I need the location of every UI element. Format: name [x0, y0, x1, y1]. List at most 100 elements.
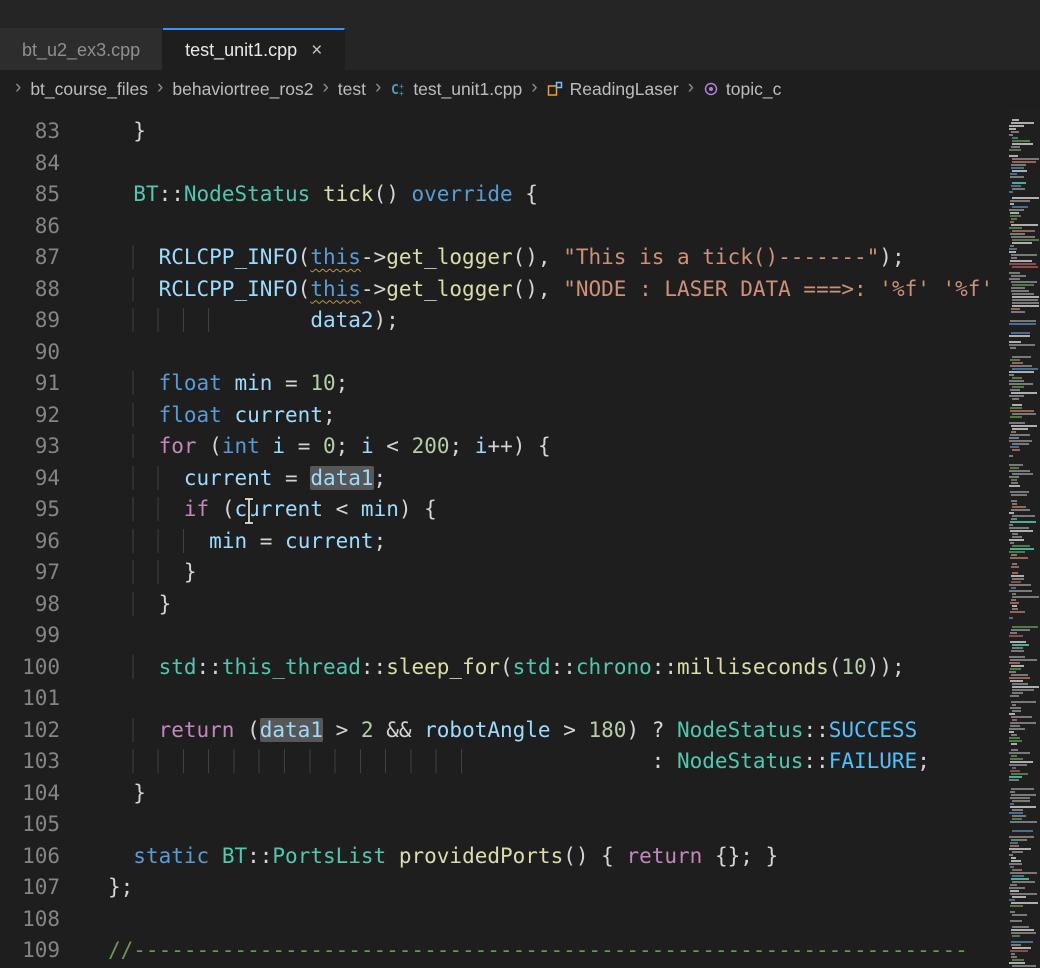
minimap-mark	[1012, 368, 1038, 370]
minimap-mark	[1010, 842, 1018, 844]
code-line[interactable]: 106 static BT::PortsList providedPorts()…	[0, 841, 1008, 873]
code-line[interactable]: 92 float current;	[0, 400, 1008, 432]
code-line[interactable]: 107};	[0, 872, 1008, 904]
code-line[interactable]: 101	[0, 683, 1008, 715]
code-line[interactable]: 89 data2);	[0, 305, 1008, 337]
minimap-mark	[1012, 959, 1024, 961]
code-line[interactable]: 90	[0, 337, 1008, 369]
minimap-mark	[1012, 914, 1027, 916]
minimap-mark	[1011, 308, 1020, 310]
code-line[interactable]: 99	[0, 620, 1008, 652]
minimap-mark	[1009, 278, 1020, 280]
breadcrumb-item[interactable]: C++test_unit1.cpp	[390, 79, 522, 100]
code-line[interactable]: 97 }	[0, 557, 1008, 589]
code-line[interactable]: 91 float min = 10;	[0, 368, 1008, 400]
tab-label: test_unit1.cpp	[185, 40, 297, 61]
code-line[interactable]: 84	[0, 148, 1008, 180]
breadcrumb-label: topic_c	[726, 79, 781, 100]
minimap-mark	[1009, 899, 1015, 901]
code-line[interactable]: 108	[0, 904, 1008, 936]
code-line[interactable]: 104 }	[0, 778, 1008, 810]
minimap[interactable]	[1008, 108, 1040, 968]
minimap-mark	[1009, 551, 1025, 553]
minimap-mark	[1011, 392, 1037, 394]
minimap-mark	[1009, 728, 1025, 730]
minimap-mark	[1011, 878, 1029, 880]
minimap-mark	[1009, 191, 1013, 193]
titlebar	[0, 0, 1040, 28]
minimap-mark	[1009, 476, 1019, 478]
minimap-mark	[1012, 704, 1016, 706]
minimap-mark	[1010, 866, 1014, 868]
code-text: }	[108, 589, 171, 621]
code-line[interactable]: 87 RCLCPP_INFO(this->get_logger(), "This…	[0, 242, 1008, 274]
breadcrumb-item[interactable]: bt_course_files	[30, 79, 148, 100]
code-text: min = current;	[108, 526, 386, 558]
code-line[interactable]: 102 return (data1 > 2 && robotAngle > 18…	[0, 715, 1008, 747]
minimap-mark	[1011, 575, 1024, 577]
breadcrumb-item[interactable]: behaviortree_ros2	[172, 79, 313, 100]
minimap-mark	[1010, 680, 1023, 682]
minimap-mark	[1010, 176, 1024, 178]
minimap-mark	[1012, 230, 1035, 232]
minimap-mark	[1010, 491, 1029, 493]
line-number: 103	[0, 746, 60, 778]
code-line[interactable]: 100 std::this_thread::sleep_for(std::chr…	[0, 652, 1008, 684]
minimap-mark	[1011, 902, 1038, 904]
minimap-mark	[1010, 212, 1019, 214]
minimap-mark	[1012, 689, 1034, 691]
minimap-mark	[1012, 869, 1022, 871]
minimap-mark	[1011, 932, 1036, 934]
close-icon[interactable]: ×	[311, 41, 322, 60]
minimap-mark	[1011, 734, 1017, 736]
minimap-mark	[1012, 572, 1018, 574]
minimap-mark	[1011, 554, 1017, 556]
tab-bt_u2_ex3-cpp[interactable]: bt_u2_ex3.cpp	[0, 28, 163, 70]
minimap-mark	[1011, 164, 1026, 166]
minimap-mark	[1011, 629, 1030, 631]
editor-lines: 83 }8485 BT::NodeStatus tick() override …	[0, 116, 1008, 967]
breadcrumb-item[interactable]: ReadingLaser	[547, 79, 679, 100]
minimap-mark	[1009, 455, 1013, 457]
minimap-mark	[1011, 599, 1016, 601]
code-line[interactable]: 105	[0, 809, 1008, 841]
minimap-mark	[1012, 299, 1038, 301]
minimap-mark	[1010, 611, 1025, 613]
code-text: static BT::PortsList providedPorts() { r…	[108, 841, 778, 873]
code-line[interactable]: 85 BT::NodeStatus tick() override {	[0, 179, 1008, 211]
code-line[interactable]: 95 if (current < min) {	[0, 494, 1008, 526]
minimap-mark	[1011, 332, 1030, 334]
minimap-mark	[1010, 845, 1019, 847]
code-line[interactable]: 94 current = data1;	[0, 463, 1008, 495]
code-line[interactable]: 98 }	[0, 589, 1008, 621]
breadcrumb-item[interactable]: test	[338, 79, 366, 100]
minimap-mark	[1012, 266, 1038, 268]
line-number: 98	[0, 589, 60, 621]
minimap-mark	[1011, 587, 1016, 589]
code-line[interactable]: 103 : NodeStatus::FAILURE;	[0, 746, 1008, 778]
minimap-mark	[1012, 563, 1017, 565]
minimap-mark	[1011, 425, 1037, 427]
minimap-mark	[1010, 758, 1023, 760]
breadcrumb-item[interactable]: topic_c	[703, 79, 781, 100]
line-number: 89	[0, 305, 60, 337]
minimap-mark	[1010, 803, 1014, 805]
chevron-right-icon: ›	[688, 77, 694, 99]
breadcrumb-bar: ›bt_course_files›behaviortree_ros2›test›…	[0, 70, 1040, 108]
minimap-mark	[1011, 494, 1027, 496]
minimap-mark	[1009, 776, 1022, 778]
minimap-mark	[1012, 506, 1026, 508]
line-number: 88	[0, 274, 60, 306]
code-line[interactable]: 86	[0, 211, 1008, 243]
code-text: for (int i = 0; i < 200; i++) {	[108, 431, 551, 463]
code-line[interactable]: 88 RCLCPP_INFO(this->get_logger(), "NODE…	[0, 274, 1008, 306]
minimap-mark	[1010, 920, 1022, 922]
code-line[interactable]: 93 for (int i = 0; i < 200; i++) {	[0, 431, 1008, 463]
minimap-mark	[1009, 590, 1032, 592]
code-line[interactable]: 83 }	[0, 116, 1008, 148]
code-line[interactable]: 96 min = current;	[0, 526, 1008, 558]
code-line[interactable]: 109//-----------------------------------…	[0, 935, 1008, 967]
minimap-mark	[1010, 434, 1030, 436]
minimap-mark	[1012, 356, 1031, 358]
tab-test_unit1-cpp[interactable]: test_unit1.cpp ×	[163, 28, 345, 70]
